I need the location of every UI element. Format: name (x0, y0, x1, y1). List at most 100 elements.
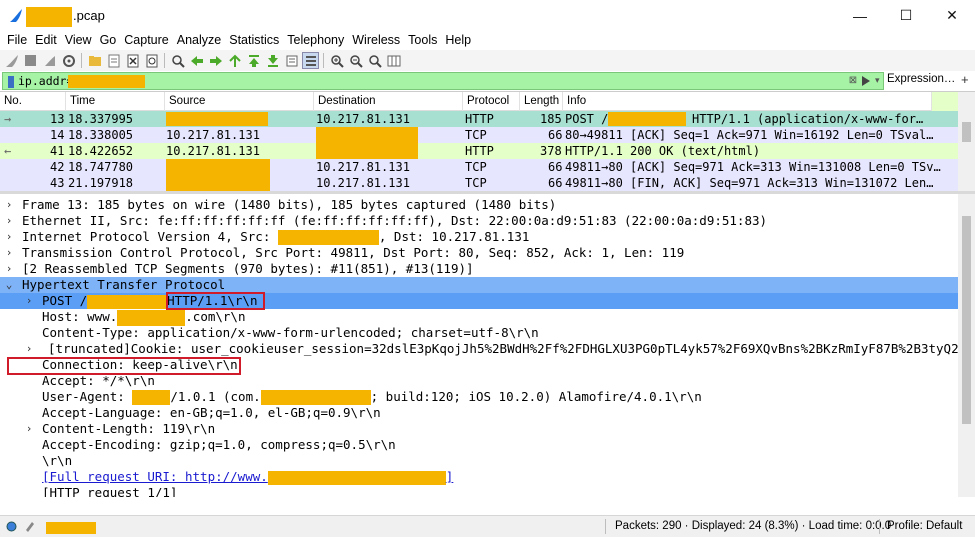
column-source[interactable]: Source (165, 92, 314, 111)
last-packet-button[interactable] (264, 52, 281, 69)
expand-chevron-icon[interactable]: › (4, 261, 14, 277)
menu-tools[interactable]: Tools (405, 31, 440, 50)
main-toolbar (0, 50, 975, 71)
open-file-button[interactable] (86, 52, 103, 69)
packet-list-scroll-thumb[interactable] (962, 122, 971, 142)
zoom-in-button[interactable] (328, 52, 345, 69)
minimize-button[interactable]: — (837, 0, 883, 31)
resize-columns-button[interactable] (385, 52, 402, 69)
display-filter-input[interactable]: ip.addr== ⊠ ▾ (2, 72, 884, 90)
zoom-out-button[interactable] (347, 52, 364, 69)
clear-filter-icon[interactable]: ⊠ (848, 75, 858, 87)
tree-item-tcp[interactable]: › Transmission Control Protocol, Src Por… (0, 245, 958, 261)
expert-info-icon[interactable] (6, 521, 17, 532)
tree-item-reassembled[interactable]: › [2 Reassembled TCP Segments (970 bytes… (0, 261, 958, 277)
tree-item-crlf[interactable]: \r\n (0, 453, 958, 469)
full-uri-link[interactable]: [Full request URI: http://www.] (42, 469, 453, 485)
normal-size-button[interactable] (366, 52, 383, 69)
expand-chevron-icon[interactable]: › (4, 229, 14, 245)
expand-chevron-icon[interactable]: › (24, 421, 34, 437)
menu-go[interactable]: Go (97, 31, 120, 50)
tree-item-accept-encoding[interactable]: Accept-Encoding: gzip;q=1.0, compress;q=… (0, 437, 958, 453)
expression-button[interactable]: Expression… (887, 73, 955, 85)
collapse-chevron-icon[interactable]: ⌄ (4, 277, 14, 293)
packet-row[interactable]: 43 21.197918 10.217.81.131 TCP 66 49811→… (0, 175, 958, 191)
go-forward-button[interactable] (207, 52, 224, 69)
column-length[interactable]: Length (520, 92, 563, 111)
maximize-button[interactable]: ☐ (883, 0, 929, 31)
find-packet-button[interactable] (169, 52, 186, 69)
expand-chevron-icon[interactable]: › (24, 293, 34, 309)
packet-row[interactable]: 42 18.747780 10.217.81.131 TCP 66 49811→… (0, 159, 958, 175)
menu-file[interactable]: File (4, 31, 30, 50)
details-scroll-thumb[interactable] (962, 216, 971, 424)
menu-edit[interactable]: Edit (32, 31, 60, 50)
packet-destination: 10.217.81.131 (316, 176, 410, 190)
column-protocol[interactable]: Protocol (463, 92, 520, 111)
tree-item-label: Ethernet II, Src: fe:ff:ff:ff:ff:ff (fe:… (22, 213, 768, 228)
menu-statistics[interactable]: Statistics (226, 31, 282, 50)
close-button[interactable]: ✕ (929, 0, 975, 31)
reload-file-button[interactable] (143, 52, 160, 69)
autoscroll-button[interactable] (283, 52, 300, 69)
packet-row[interactable]: ← 41 18.422652 10.217.81.131 HTTP 378 HT… (0, 143, 958, 159)
start-capture-button[interactable] (3, 52, 20, 69)
expand-chevron-icon[interactable]: › (4, 245, 14, 261)
menu-wireless[interactable]: Wireless (349, 31, 403, 50)
tree-item-content-length[interactable]: › Content-Length: 119\r\n (0, 421, 958, 437)
tree-item-cookie[interactable]: › [truncated]Cookie: user_cookieuser_ses… (0, 341, 975, 357)
tree-item-http-request[interactable]: [HTTP request 1/1] (0, 485, 958, 497)
packet-length: 66 (548, 128, 563, 142)
menu-telephony[interactable]: Telephony (284, 31, 347, 50)
packet-protocol: HTTP (465, 112, 494, 126)
bookmark-icon[interactable] (8, 76, 14, 88)
tree-item-label: Content-Length: 119\r\n (42, 421, 216, 436)
stop-capture-button[interactable] (22, 52, 39, 69)
go-to-packet-button[interactable] (226, 52, 243, 69)
close-file-button[interactable] (124, 52, 141, 69)
post-label-a: POST / (42, 293, 88, 308)
tree-item-ip[interactable]: › Internet Protocol Version 4, Src: , Ds… (0, 229, 958, 245)
column-time[interactable]: Time (66, 92, 165, 111)
tree-item-content-type[interactable]: Content-Type: application/x-www-form-url… (0, 325, 958, 341)
go-back-button[interactable] (188, 52, 205, 69)
column-destination[interactable]: Destination (314, 92, 463, 111)
tree-item-user-agent[interactable]: User-Agent: /1.0.1 (com. ; build:120; iOS… (0, 389, 958, 405)
restart-capture-button[interactable] (41, 52, 58, 69)
packet-row[interactable]: 14 18.338005 10.217.81.131 TCP 66 80→498… (0, 127, 958, 143)
redacted-uri (267, 470, 446, 485)
tree-item-label: Accept: */*\r\n (42, 373, 155, 388)
expand-chevron-icon[interactable]: › (4, 213, 14, 229)
tree-item-accept-language[interactable]: Accept-Language: en-GB;q=1.0, el-GB;q=0.… (0, 405, 958, 421)
column-no[interactable]: No. (0, 92, 66, 111)
expand-chevron-icon[interactable]: › (24, 341, 34, 357)
tree-item-host[interactable]: Host: www. .com\r\n (0, 309, 958, 326)
capture-options-button[interactable] (60, 52, 77, 69)
tree-item-label: [HTTP request 1/1] (42, 485, 178, 497)
menu-view[interactable]: View (62, 31, 95, 50)
save-file-button[interactable] (105, 52, 122, 69)
jump-icon (228, 54, 241, 67)
menu-help[interactable]: Help (442, 31, 474, 50)
tree-item-ethernet[interactable]: › Ethernet II, Src: fe:ff:ff:ff:ff:ff (f… (0, 213, 958, 229)
apply-filter-arrow-icon[interactable] (861, 75, 871, 87)
tree-item-http[interactable]: ⌄ Hypertext Transfer Protocol (0, 277, 958, 293)
save-icon (108, 54, 119, 67)
tree-item-post[interactable]: › POST / HTTP/1.1\r\n (0, 293, 958, 309)
tree-item-accept[interactable]: Accept: */*\r\n (0, 373, 958, 389)
capture-comment-icon[interactable] (24, 520, 36, 532)
tree-item-full-uri[interactable]: [Full request URI: http://www.] (0, 469, 958, 485)
chevron-down-icon[interactable]: ▾ (875, 75, 880, 86)
redacted-app-name (132, 390, 171, 405)
expand-chevron-icon[interactable]: › (4, 197, 14, 213)
tree-item-frame[interactable]: › Frame 13: 185 bytes on wire (1480 bits… (0, 197, 958, 213)
first-packet-button[interactable] (245, 52, 262, 69)
menu-analyze[interactable]: Analyze (174, 31, 224, 50)
column-info[interactable]: Info (563, 92, 932, 111)
profile-status[interactable]: Profile: Default (887, 520, 962, 532)
packet-row[interactable]: → 13 18.337995 10.217.81.131 HTTP 185 PO… (0, 111, 958, 127)
colorize-button[interactable] (302, 52, 319, 69)
add-filter-button[interactable]: + (961, 72, 969, 87)
tree-item-label: Frame 13: 185 bytes on wire (1480 bits),… (22, 197, 557, 212)
menu-capture[interactable]: Capture (121, 31, 171, 50)
